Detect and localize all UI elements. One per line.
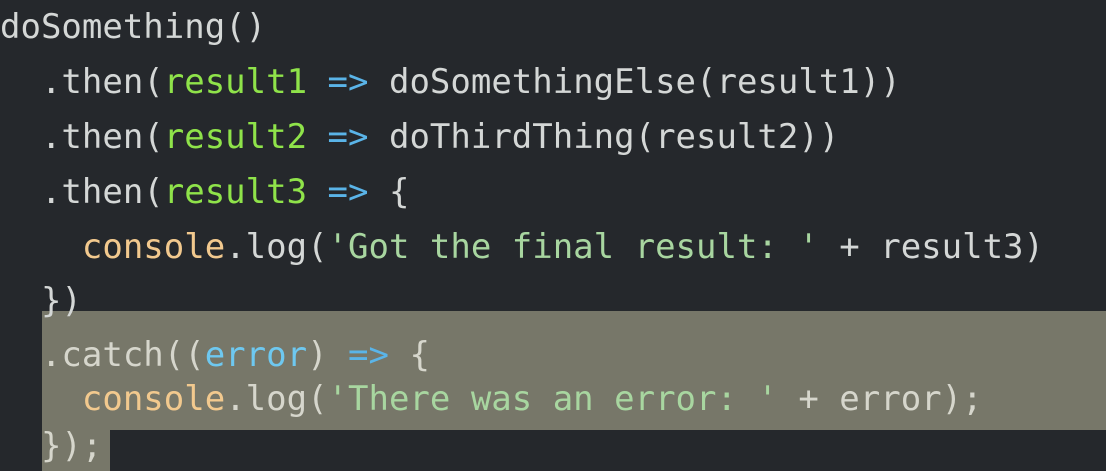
code-token: => <box>327 117 369 157</box>
code-token: doSomething() <box>0 7 267 47</box>
code-token: doSomethingElse(result1)) <box>368 62 901 102</box>
code-token: 'Got the final result: ' <box>327 227 819 267</box>
code-token: console <box>81 379 226 419</box>
code-token: { <box>368 172 410 212</box>
code-token: .then( <box>0 62 164 102</box>
code-line[interactable]: .then(result3 => { <box>0 162 410 222</box>
code-token: .log( <box>225 379 328 419</box>
code-token: doThirdThing(result2)) <box>368 117 840 157</box>
code-token: result2 <box>163 117 308 157</box>
code-line[interactable]: }) <box>0 271 82 331</box>
code-line[interactable]: console.log('Got the final result: ' + r… <box>0 217 1044 277</box>
code-token: + error); <box>777 379 983 419</box>
code-token: => <box>327 172 369 212</box>
code-line[interactable]: .then(result1 => doSomethingElse(result1… <box>0 52 901 112</box>
code-token: result1 <box>163 62 308 102</box>
code-token: 'There was an error: ' <box>327 379 778 419</box>
code-token: .then( <box>0 117 164 157</box>
code-token: console <box>81 227 226 267</box>
code-token: + result3) <box>818 227 1044 267</box>
code-line[interactable]: console.log('There was an error: ' + err… <box>0 369 983 429</box>
code-token: .log( <box>225 227 328 267</box>
code-token: result3 <box>163 172 308 212</box>
code-token: }); <box>0 426 103 466</box>
code-token: => <box>327 62 369 102</box>
code-line[interactable]: }); <box>0 416 102 471</box>
code-editor[interactable]: doSomething() .then(result1 => doSomethi… <box>0 0 1106 471</box>
code-line[interactable]: doSomething() <box>0 0 266 57</box>
code-token: .then( <box>0 172 164 212</box>
code-token: }) <box>0 281 82 321</box>
code-line[interactable]: .then(result2 => doThirdThing(result2)) <box>0 107 839 167</box>
